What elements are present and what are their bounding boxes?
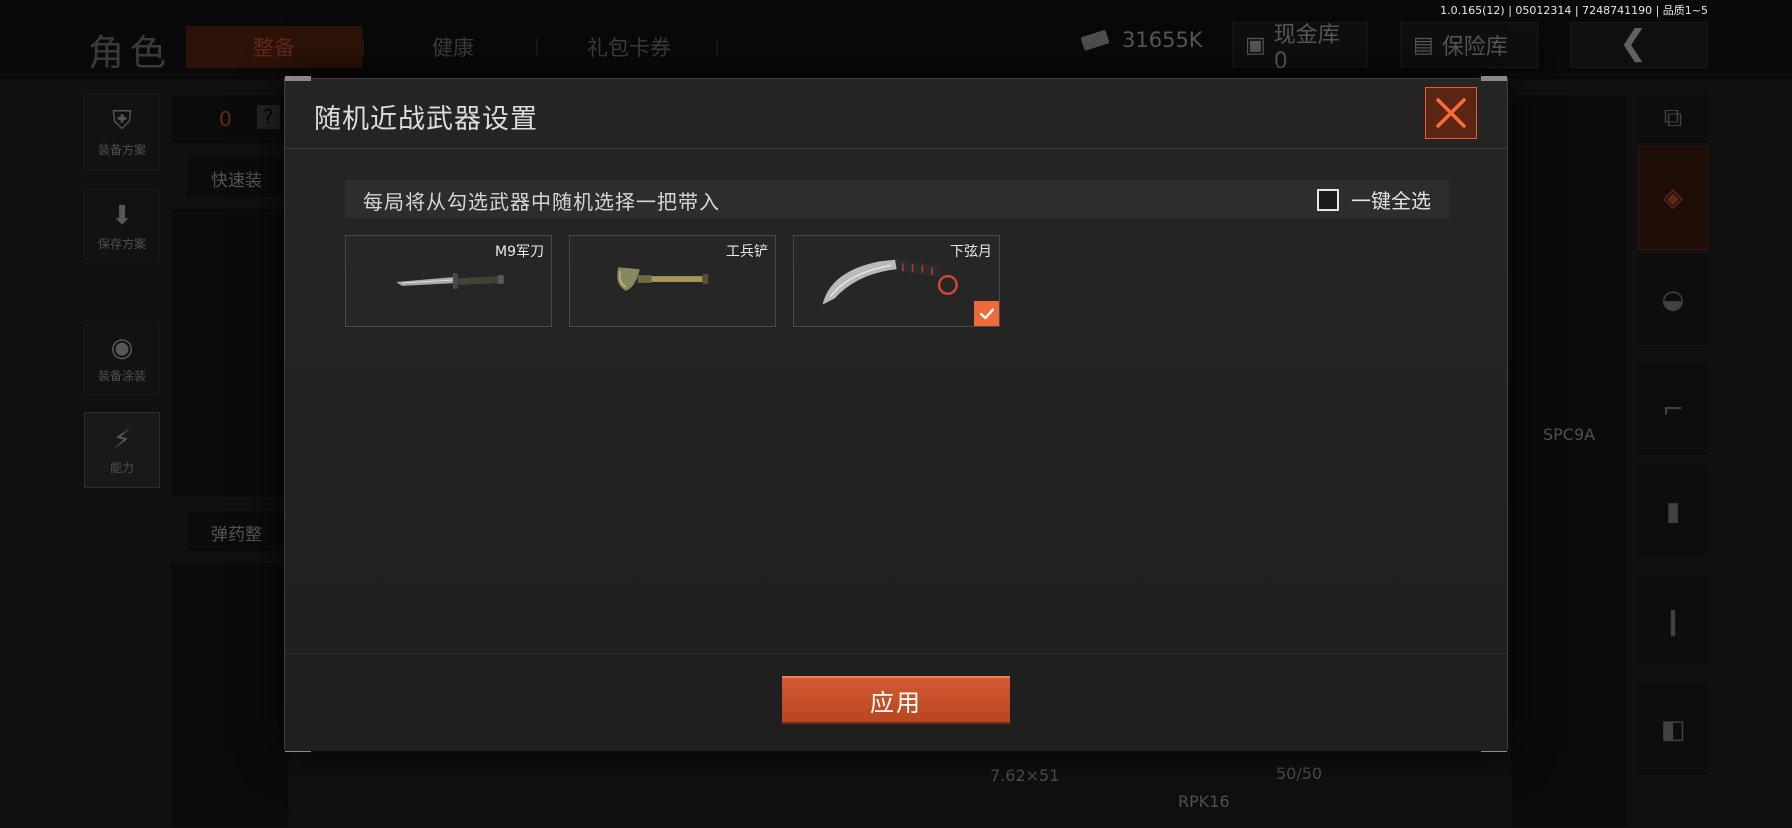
weapon-name-karambit: 下弦月: [950, 244, 992, 260]
info-bar: 每局将从勾选武器中随机选择一把带入 一键全选: [345, 180, 1449, 218]
select-all-label: 一键全选: [1351, 189, 1431, 213]
weapon-name-shovel: 工兵铲: [726, 244, 768, 260]
version-info: 1.0.165(12) | 05012314 | 7248741190 | 品质…: [1440, 4, 1708, 17]
select-all-toggle[interactable]: 一键全选: [1317, 185, 1431, 214]
close-icon: [1436, 98, 1466, 128]
dialog-title: 随机近战武器设置: [314, 104, 538, 135]
game-screen: 1.0.165(12) | 05012314 | 7248741190 | 品质…: [0, 0, 1792, 828]
weapon-list: M9军刀 工兵铲 下弦月: [345, 235, 1000, 327]
close-button[interactable]: [1425, 87, 1477, 139]
apply-button[interactable]: 应用: [782, 676, 1010, 724]
random-melee-dialog: 随机近战武器设置 每局将从勾选武器中随机选择一把带入 一键全选 M9军刀 工兵铲…: [284, 76, 1508, 752]
weapon-name-m9: M9军刀: [495, 244, 544, 260]
info-text: 每局将从勾选武器中随机选择一把带入: [363, 190, 720, 214]
check-icon: [979, 307, 994, 319]
weapon-card-m9[interactable]: M9军刀: [345, 235, 552, 327]
weapon-card-shovel[interactable]: 工兵铲: [569, 235, 776, 327]
weapon-card-karambit[interactable]: 下弦月: [793, 235, 1000, 327]
select-all-checkbox[interactable]: [1317, 188, 1339, 211]
dialog-header: 随机近战武器设置: [285, 79, 1507, 149]
weapon-checked-checkbox[interactable]: [974, 301, 999, 326]
